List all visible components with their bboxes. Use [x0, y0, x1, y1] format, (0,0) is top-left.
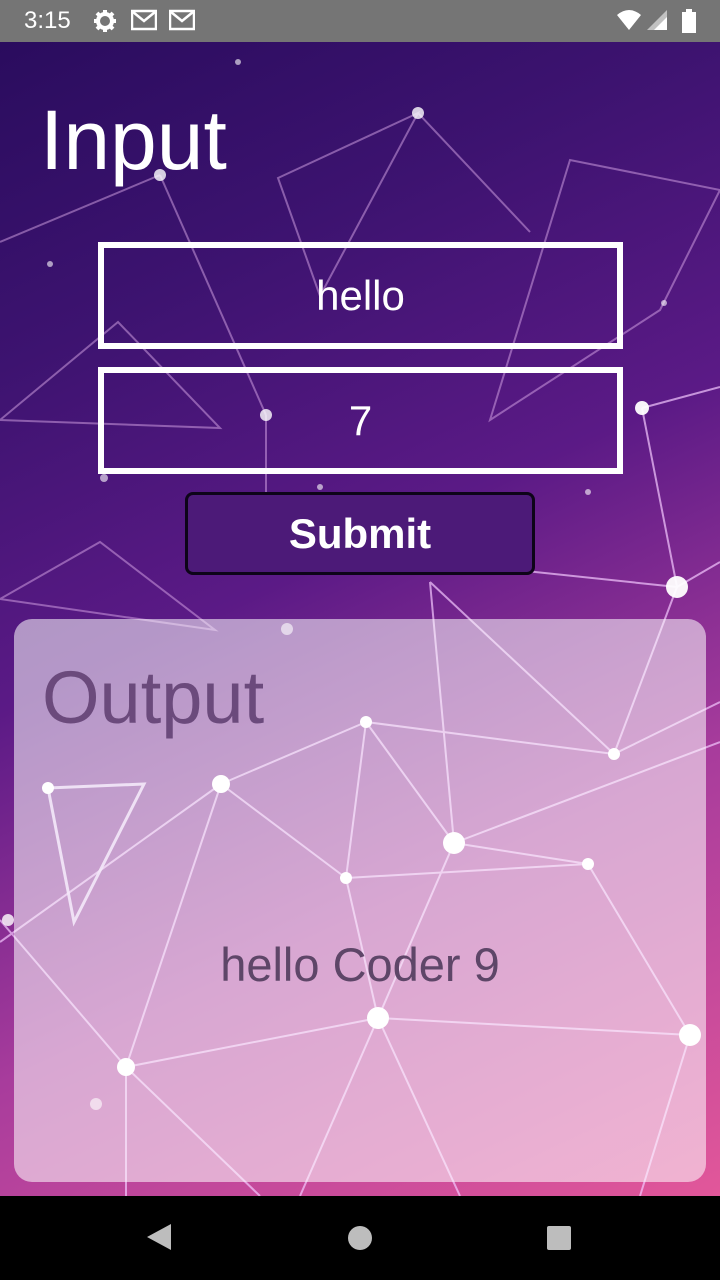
- back-icon[interactable]: [145, 1222, 173, 1252]
- status-time: 3:15: [24, 7, 71, 34]
- output-result-text: hello Coder 9: [220, 938, 500, 991]
- output-card: Output hello Coder 9: [14, 619, 706, 1182]
- recents-icon[interactable]: [546, 1225, 572, 1251]
- number-input-field[interactable]: [98, 367, 623, 474]
- gmail-icon: [131, 9, 157, 31]
- output-title: Output: [42, 656, 265, 739]
- battery-icon: [682, 9, 696, 33]
- home-icon[interactable]: [347, 1225, 373, 1251]
- settings-icon: [94, 10, 116, 32]
- submit-button[interactable]: Submit: [185, 492, 535, 575]
- screen: 3:15 Input hello 7 Submit Output hello C…: [0, 0, 720, 1280]
- text-input-field[interactable]: [98, 242, 623, 349]
- signal-icon: [647, 10, 667, 30]
- gmail-icon: [169, 9, 195, 31]
- navigation-bar: [0, 1196, 720, 1280]
- status-bar: 3:15: [0, 0, 720, 42]
- input-title: Input: [40, 93, 227, 187]
- wifi-icon: [617, 10, 641, 30]
- app-content: Input Submit Output hello Coder 9: [0, 42, 720, 1196]
